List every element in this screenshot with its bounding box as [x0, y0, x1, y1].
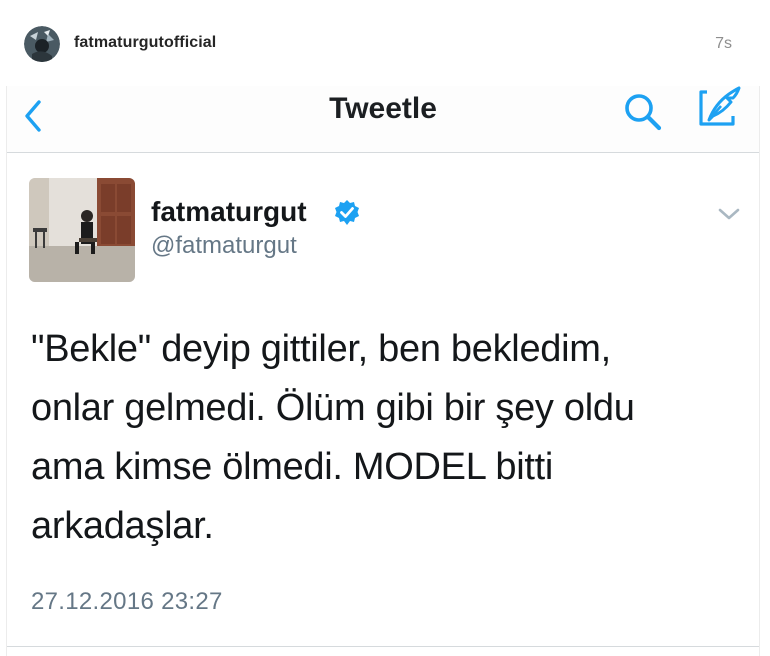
tweet-text-line: onlar gelmedi. Ölüm gibi bir şey oldu: [31, 387, 635, 429]
verified-badge-icon: [332, 198, 362, 228]
tweet-screenshot: Tweetle fatmaturgut @fatmaturgut "Bekle"…: [6, 86, 760, 656]
tweet-text-line: ama kimse ölmedi. MODEL bitti: [31, 446, 554, 488]
tweet-text-line: "Bekle" deyip gittiler, ben bekledim,: [31, 328, 611, 370]
tweet-author-name[interactable]: fatmaturgut: [151, 196, 307, 228]
instagram-username[interactable]: fatmaturgutofficial: [74, 34, 216, 52]
twitter-nav-bar: Tweetle: [7, 86, 759, 153]
search-icon[interactable]: [619, 90, 667, 134]
post-time: 7s: [715, 35, 732, 52]
compose-icon[interactable]: [693, 86, 745, 132]
chevron-down-icon[interactable]: [715, 204, 743, 224]
tweet-timestamp[interactable]: 27.12.2016 23:27: [31, 588, 223, 616]
tweet-text: "Bekle" deyip gittiler, ben bekledim, on…: [31, 320, 741, 556]
divider: [7, 646, 759, 647]
tweet-avatar[interactable]: [29, 178, 135, 282]
instagram-post: fatmaturgutofficial 7s Tweetle fatmaturg…: [0, 0, 770, 656]
instagram-post-header: fatmaturgutofficial 7s: [0, 0, 770, 86]
tweet-author-handle[interactable]: @fatmaturgut: [151, 232, 297, 260]
tweet-text-line: arkadaşlar.: [31, 505, 214, 547]
instagram-avatar[interactable]: [24, 26, 60, 62]
